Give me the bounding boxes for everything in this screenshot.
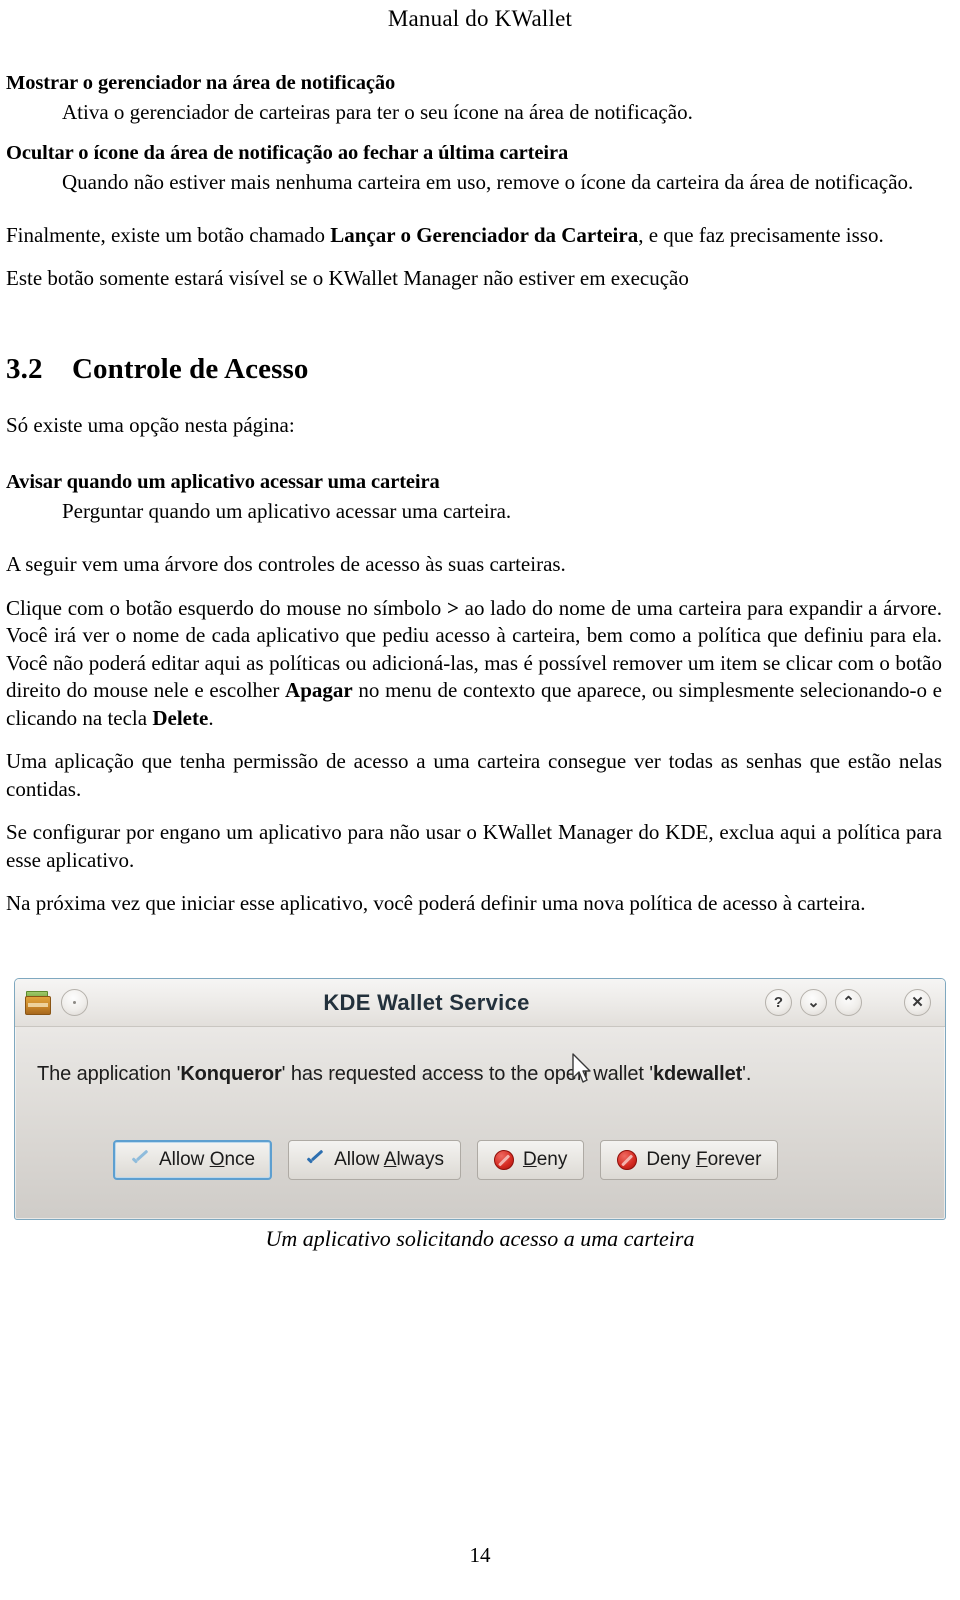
paragraph-access-tree: A seguir vem uma árvore dos controles de…: [6, 552, 566, 577]
chevron-up-icon[interactable]: ⌃: [835, 989, 862, 1016]
wallet-icon: [25, 990, 51, 1015]
text-run: orever: [707, 1149, 762, 1170]
varlist-term: Ocultar o ícone da área de notificação a…: [6, 141, 569, 164]
deny-icon: [617, 1150, 638, 1170]
deny-icon: [493, 1150, 514, 1170]
varlist-entry-warn-access: Avisar quando um aplicativo acessar uma …: [6, 469, 942, 525]
text-run: Clique com o botão esquerdo do mouse no …: [6, 595, 447, 620]
deny-button[interactable]: Deny: [476, 1140, 585, 1180]
check-dark-icon: [305, 1151, 325, 1169]
accelerator-key: F: [695, 1149, 708, 1170]
document-page: Manual do KWallet Mostrar o gerenciador …: [0, 0, 960, 1600]
accelerator-key: D: [522, 1149, 537, 1170]
dialog-title: KDE Wallet Service: [323, 989, 530, 1015]
application-name: Konqueror: [180, 1063, 282, 1085]
dialog-body: The application 'Konqueror' has requeste…: [15, 1027, 945, 1219]
figure-caption: Um aplicativo solicitando acesso a uma c…: [265, 1226, 695, 1251]
text-run: , e que faz precisamente isso.: [638, 222, 884, 247]
text-run: Finalmente, existe um botão chamado: [6, 222, 331, 247]
text-run: Allow: [334, 1149, 384, 1170]
text-run: lways: [396, 1149, 444, 1170]
text-run: ' has requested access to the open walle…: [281, 1063, 654, 1085]
section-heading: 3.2 Controle de Acesso: [6, 353, 942, 386]
dialog-message: The application 'Konqueror' has requeste…: [37, 1063, 931, 1086]
dialog-titlebar[interactable]: KDE Wallet Service ? ⌄ ⌃ ✕: [15, 979, 945, 1027]
paragraph-misconfigured: Se configurar por engano um aplicativo p…: [6, 820, 942, 872]
deny-label: Deny: [523, 1149, 567, 1171]
text-run: The application ': [37, 1063, 181, 1085]
text-run: .: [208, 705, 214, 730]
paragraph-next-time: Na próxima vez que iniciar esse aplicati…: [6, 891, 866, 916]
varlist-entry-show-manager: Mostrar o gerenciador na área de notific…: [6, 70, 942, 126]
accelerator-key: A: [383, 1149, 397, 1170]
close-icon[interactable]: ✕: [904, 989, 931, 1016]
varlist-definition: Perguntar quando um aplicativo acessar u…: [62, 499, 512, 524]
allow-once-button[interactable]: Allow Once: [113, 1140, 273, 1180]
section-title: Controle de Acesso: [72, 352, 309, 385]
deny-forever-label: Deny Forever: [646, 1149, 761, 1171]
allow-once-label: Allow Once: [159, 1149, 255, 1171]
allow-always-button[interactable]: Allow Always: [288, 1140, 461, 1180]
text-run: '.: [742, 1063, 752, 1085]
window-menu-dot-icon[interactable]: [61, 989, 88, 1016]
emphasis-launch-manager: Lançar o Gerenciador da Carteira: [330, 222, 639, 247]
check-light-icon: [130, 1151, 150, 1169]
symbol-greater-than: >: [446, 595, 459, 620]
mouse-cursor-icon: [572, 1053, 591, 1083]
varlist-term: Avisar quando um aplicativo acessar uma …: [6, 471, 440, 494]
allow-always-label: Allow Always: [334, 1149, 444, 1171]
paragraph-one-option: Só existe uma opção nesta página:: [6, 412, 295, 437]
dialog-button-row: Allow Once Allow Always Deny Deny Foreve…: [113, 1140, 779, 1180]
varlist-definition: Ativa o gerenciador de carteiras para te…: [62, 99, 693, 124]
accelerator-key: O: [209, 1149, 225, 1170]
varlist-term: Mostrar o gerenciador na área de notific…: [6, 72, 396, 94]
chevron-down-icon[interactable]: ⌄: [800, 989, 827, 1016]
paragraph-launch-manager: Finalmente, existe um botão chamado Lanç…: [6, 222, 942, 250]
wallet-name: kdewallet: [653, 1063, 743, 1085]
section-number: 3.2: [6, 352, 43, 385]
paragraph-button-visible: Este botão somente estará visível se o K…: [6, 266, 689, 291]
figure-wallet-dialog: KDE Wallet Service ? ⌄ ⌃ ✕ The applicati…: [14, 978, 946, 1220]
page-number: 14: [469, 1543, 491, 1567]
key-delete: Delete: [152, 705, 209, 730]
text-run: Allow: [159, 1149, 210, 1170]
varlist-definition: Quando não estiver mais nenhuma carteira…: [62, 169, 914, 194]
paragraph-permission: Uma aplicação que tenha permissão de ace…: [6, 749, 942, 801]
help-icon[interactable]: ?: [765, 989, 792, 1016]
titlebar-controls: ? ⌄ ⌃ ✕: [765, 989, 931, 1016]
running-header: Manual do KWallet: [387, 6, 573, 31]
text-run: nce: [224, 1149, 256, 1170]
menu-item-apagar: Apagar: [285, 678, 353, 703]
page-content: Mostrar o gerenciador na área de notific…: [0, 70, 960, 918]
kde-wallet-service-dialog: KDE Wallet Service ? ⌄ ⌃ ✕ The applicati…: [14, 978, 946, 1220]
paragraph-expand-tree: Clique com o botão esquerdo do mouse no …: [6, 595, 942, 733]
deny-forever-button[interactable]: Deny Forever: [600, 1140, 779, 1180]
text-run: eny: [536, 1149, 568, 1170]
text-run: Deny: [646, 1149, 696, 1170]
varlist-entry-hide-icon: Ocultar o ícone da área de notificação a…: [6, 140, 942, 196]
